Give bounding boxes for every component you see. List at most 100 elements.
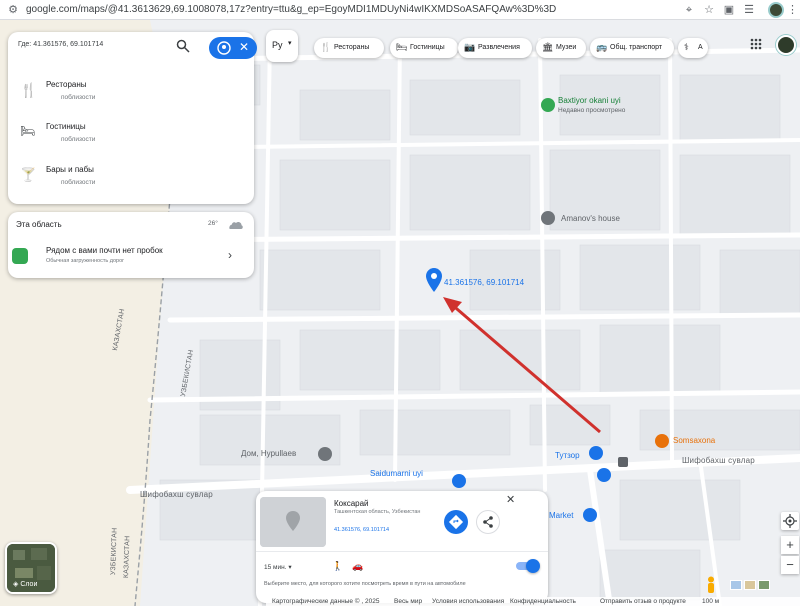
chip-hotels-label: Гостиницы [410, 44, 445, 51]
crosshair-icon [783, 514, 797, 528]
zoom-in-button[interactable]: + [781, 536, 799, 554]
saidumarni-poi-icon[interactable] [452, 474, 466, 488]
pin-coords-label: 41.361576, 69.101714 [444, 278, 525, 287]
url-text[interactable]: google.com/maps/@41.3613629,69.1008078,1… [26, 4, 556, 15]
imagery-thumb-1[interactable] [730, 580, 742, 590]
card-divider [256, 551, 548, 552]
footer-copyright: Картографические данные © , 2025 [272, 598, 380, 605]
travel-time-value: 15 мин. [264, 564, 287, 571]
nearby-restaurants[interactable]: 🍴 Рестораны поблизости [8, 72, 254, 114]
dropped-pin-icon[interactable] [426, 268, 442, 292]
travel-time-select[interactable]: 15 мин. ▾ [264, 563, 292, 571]
chevron-down-icon: ▾ [288, 40, 292, 47]
layers-button[interactable]: ◈ Слои [5, 542, 57, 594]
place-card: Коксарай Ташкентская область, Узбекистан… [256, 491, 548, 603]
poi-baxtiyor[interactable]: Baxtiyor okani uyi [558, 96, 621, 105]
layers-label: ◈ Слои [13, 581, 38, 588]
close-icon[interactable]: ✕ [239, 40, 249, 54]
route-button[interactable] [444, 510, 468, 534]
chip-restaurants[interactable]: 🍴 Рестораны [314, 38, 384, 58]
directions-icon [217, 41, 231, 55]
location-icon[interactable]: ⌖ [682, 3, 696, 17]
nurullaev-poi-icon[interactable] [318, 447, 332, 461]
house-poi-icon[interactable] [541, 211, 555, 225]
directions-diamond-icon [448, 514, 464, 530]
pharmacy-icon: ⚕ [684, 42, 689, 52]
extension-icon[interactable]: ▣ [722, 3, 736, 17]
footer-privacy[interactable]: Конфиденциальность [510, 598, 576, 605]
account-avatar[interactable] [776, 35, 796, 55]
area-title: Эта область [16, 220, 62, 229]
nearby-restaurants-label: Рестораны [46, 80, 87, 89]
menu-icon[interactable]: ☰ [742, 3, 756, 17]
pegman-icon[interactable] [705, 576, 717, 594]
imagery-thumb-3[interactable] [758, 580, 770, 590]
poi-saidumarni[interactable]: Saidumarni uyi [370, 469, 423, 478]
chip-hotels[interactable]: 🛏 Гостиницы [390, 38, 458, 58]
border-kazakhstan-2: КАЗАХСТАН [123, 535, 132, 579]
tutzor-poi-icon[interactable] [589, 446, 603, 460]
car-icon[interactable]: 🚗 [352, 561, 363, 571]
chip-pharmacy-label: А [698, 44, 703, 51]
my-location-button[interactable] [781, 512, 799, 530]
chip-restaurants-label: Рестораны [334, 44, 370, 51]
traffic-subtitle: Обычная загруженность дорог [46, 258, 125, 264]
language-button[interactable]: Ру ▾ [266, 30, 298, 62]
more-options-icon[interactable]: ⋮ [787, 3, 798, 16]
apps-grid-icon[interactable] [750, 38, 762, 50]
traffic-title[interactable]: Рядом с вами почти нет пробок [46, 246, 163, 255]
poi-somsaxona[interactable]: Somsaxona [673, 436, 715, 445]
chip-museums[interactable]: 🏛 Музеи [536, 38, 586, 58]
search-icon[interactable] [176, 39, 190, 53]
card-close-icon[interactable]: ✕ [506, 493, 515, 506]
nearby-hotels[interactable]: 🛏 Гостиницы поблизости [8, 114, 254, 156]
nearby-bars[interactable]: 🍸 Бары и пабы поблизости [8, 157, 254, 199]
park-poi-icon[interactable] [541, 98, 555, 112]
poi-market[interactable]: Market [549, 511, 573, 520]
imagery-thumb-2[interactable] [744, 580, 756, 590]
footer-feedback[interactable]: Отправить отзыв о продукте [600, 598, 686, 605]
footer-terms[interactable]: Условия использования [432, 598, 504, 605]
fork-knife-icon: 🍴 [320, 42, 332, 52]
toggle-knob [526, 559, 540, 573]
site-info-icon[interactable]: ⚙ [6, 3, 20, 17]
chip-transit-label: Общ. транспорт [610, 44, 663, 51]
shop-poi-icon[interactable] [597, 468, 611, 482]
travel-toggle[interactable] [512, 559, 540, 573]
poi-amanov[interactable]: Amanov's house [561, 214, 620, 223]
share-button[interactable] [476, 510, 500, 534]
area-panel: Эта область 26° Рядом с вами почти нет п… [8, 212, 254, 278]
bus-stop-icon[interactable] [618, 457, 628, 467]
placeholder-pin-icon [260, 497, 326, 547]
place-coords[interactable]: 41.361576, 69.101714 [334, 527, 389, 533]
cloud-icon [229, 221, 243, 229]
museum-icon: 🏛 [542, 42, 554, 52]
bed-icon: 🛏 [396, 42, 408, 52]
traffic-icon [12, 248, 28, 264]
share-icon [483, 516, 493, 528]
directions-button[interactable]: ✕ [209, 37, 257, 59]
chip-transit[interactable]: 🚌 Общ. транспорт [590, 38, 674, 58]
poi-nurullaev[interactable]: Дом, Нурullaев [241, 449, 296, 458]
search-input[interactable] [18, 41, 178, 48]
market-poi-icon[interactable] [583, 508, 597, 522]
place-thumbnail[interactable] [260, 497, 326, 547]
language-label: Ру [272, 40, 283, 50]
star-icon[interactable]: ☆ [702, 3, 716, 17]
walk-icon[interactable]: 🚶 [332, 561, 343, 571]
poi-tutzor[interactable]: Тутзор [555, 451, 580, 460]
chip-pharmacy[interactable]: ⚕ А [678, 38, 708, 58]
food-poi-icon[interactable] [655, 434, 669, 448]
bar-icon: 🍸 [20, 167, 37, 182]
restaurant-icon: 🍴 [20, 82, 38, 98]
zoom-out-button[interactable]: − [781, 556, 799, 574]
browser-profile-avatar[interactable] [768, 2, 784, 18]
chevron-right-icon[interactable]: › [228, 248, 232, 262]
nearby-restaurants-sub: поблизости [61, 94, 96, 101]
chip-entertainment[interactable]: 📷 Развлечения [458, 38, 532, 58]
footer-world[interactable]: Весь мир [394, 598, 422, 605]
nearby-hotels-label: Гостиницы [46, 122, 86, 131]
place-name: Коксарай [334, 499, 369, 508]
nearby-bars-label: Бары и пабы [46, 165, 94, 174]
footer-scale[interactable]: 100 м [702, 598, 719, 605]
